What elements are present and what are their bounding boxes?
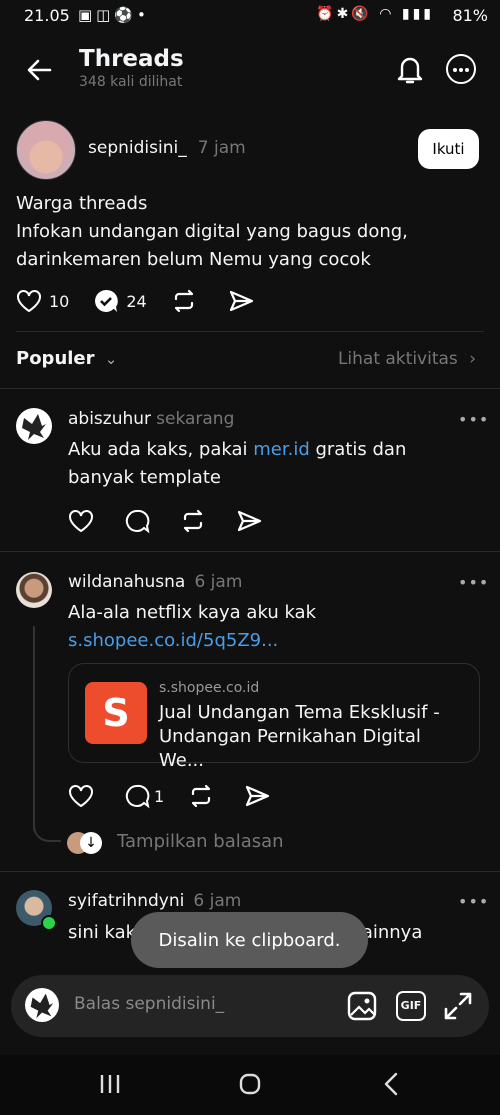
show-replies-link[interactable]: Tampilkan balasan bbox=[117, 831, 284, 852]
heart-icon bbox=[17, 290, 41, 313]
reply-more-icon[interactable]: ••• bbox=[458, 410, 489, 429]
post-time: 7 jam bbox=[197, 138, 246, 158]
recent-apps-icon[interactable] bbox=[98, 1072, 122, 1096]
reply-link[interactable]: s.shopee.co.id/5q5Z9... bbox=[68, 627, 278, 655]
author-username[interactable]: sepnidisini_ bbox=[88, 138, 187, 158]
chevron-right-icon: › bbox=[469, 349, 476, 369]
thread-line bbox=[33, 626, 35, 831]
expand-icon[interactable] bbox=[443, 991, 473, 1021]
sort-dropdown[interactable]: Populer ⌄ bbox=[16, 348, 117, 369]
reply-meta: abiszuhur sekarang bbox=[68, 409, 234, 429]
gif-icon[interactable]: GIF bbox=[396, 991, 426, 1021]
reply-input-placeholder[interactable]: Balas sepnidisini_ bbox=[74, 994, 224, 1014]
comment-icon bbox=[125, 784, 150, 809]
post-text: Warga threads Infokan undangan digital y… bbox=[16, 193, 408, 270]
repost-icon[interactable] bbox=[180, 508, 206, 534]
view-activity-link[interactable]: Lihat aktivitas › bbox=[338, 349, 476, 369]
back-arrow-icon[interactable] bbox=[22, 52, 58, 88]
chevron-down-icon: ⌄ bbox=[104, 350, 118, 368]
divider bbox=[0, 551, 500, 552]
reply-username[interactable]: abiszuhur bbox=[68, 409, 151, 429]
reply-actions: 1 bbox=[68, 781, 294, 811]
reply-username[interactable]: syifatrihndyni bbox=[68, 891, 184, 911]
reply-avatar[interactable] bbox=[16, 408, 52, 444]
my-avatar bbox=[25, 988, 59, 1022]
reply-text: Aku ada kaks, pakai mer.id gratis dan ba… bbox=[68, 436, 468, 492]
reply-text: Ala-ala netflix kaya aku kak bbox=[68, 602, 317, 623]
divider bbox=[0, 871, 500, 872]
view-count: 348 kali dilihat bbox=[79, 74, 183, 90]
like-button[interactable]: 10 bbox=[16, 289, 69, 313]
home-icon[interactable] bbox=[238, 1072, 262, 1096]
reply-time: sekarang bbox=[156, 409, 235, 429]
more-options-icon[interactable] bbox=[446, 54, 476, 84]
heart-icon[interactable] bbox=[68, 784, 94, 808]
reply-more-icon[interactable]: ••• bbox=[458, 573, 489, 592]
repost-button[interactable] bbox=[171, 288, 204, 314]
reply-link[interactable]: mer.id bbox=[253, 439, 310, 460]
heart-icon[interactable] bbox=[68, 509, 94, 533]
reply-text-part: Aku ada kaks, pakai bbox=[68, 439, 254, 460]
repost-icon bbox=[174, 289, 193, 313]
reply-more-icon[interactable]: ••• bbox=[458, 892, 489, 911]
share-button[interactable] bbox=[228, 288, 261, 314]
battery-level: 81% bbox=[452, 6, 488, 25]
send-icon bbox=[229, 290, 253, 312]
card-title: Jual Undangan Tema Eksklusif - Undangan … bbox=[159, 702, 440, 771]
reposted-check-icon bbox=[95, 289, 119, 312]
repost-icon[interactable] bbox=[188, 783, 214, 809]
reply-actions bbox=[68, 506, 286, 536]
status-time: 21.05 bbox=[24, 6, 70, 25]
repost-count-button[interactable]: 24 bbox=[93, 288, 147, 314]
reply-composer[interactable]: Balas sepnidisini_ GIF bbox=[11, 975, 489, 1037]
image-icon[interactable] bbox=[347, 991, 377, 1021]
thread-connector bbox=[33, 810, 61, 842]
reply-username[interactable]: wildanahusna bbox=[68, 572, 185, 592]
card-domain: s.shopee.co.id bbox=[159, 680, 260, 696]
toast-message: Disalin ke clipboard. bbox=[131, 912, 368, 968]
system-nav-bar bbox=[0, 1055, 500, 1115]
repost-count: 24 bbox=[126, 291, 147, 311]
status-bar: 21.05 ▣◫⚽• ⏰✱🔇 ◠ ▮▮▮ 81% bbox=[0, 0, 500, 34]
reply-meta: syifatrihndyni 6 jam bbox=[68, 891, 241, 911]
like-count: 10 bbox=[49, 291, 70, 311]
link-preview-card[interactable]: S s.shopee.co.id Jual Undangan Tema Eksk… bbox=[68, 663, 480, 771]
send-icon[interactable] bbox=[236, 508, 262, 534]
sort-label: Populer bbox=[16, 348, 95, 369]
online-status-dot bbox=[41, 915, 57, 931]
send-icon[interactable] bbox=[244, 783, 270, 809]
view-activity-label: Lihat aktivitas bbox=[337, 349, 458, 369]
post-actions: 10 24 bbox=[16, 286, 285, 316]
top-bar: Threads 348 kali dilihat bbox=[0, 38, 500, 102]
reply-time: 6 jam bbox=[193, 891, 242, 911]
page-title: Threads bbox=[79, 46, 184, 72]
comment-icon[interactable] bbox=[124, 508, 150, 534]
reply-time: 6 jam bbox=[194, 572, 243, 592]
system-icons: ⏰✱🔇 ◠ ▮▮▮ bbox=[316, 6, 434, 22]
author-avatar[interactable] bbox=[16, 120, 76, 180]
shopee-bag-icon: S bbox=[85, 682, 147, 744]
follow-button[interactable]: Ikuti bbox=[418, 129, 479, 169]
divider bbox=[0, 388, 500, 389]
back-nav-icon[interactable] bbox=[380, 1071, 404, 1097]
bell-icon[interactable] bbox=[394, 52, 426, 86]
notification-icons: ▣◫⚽• bbox=[78, 6, 150, 24]
comment-count: 1 bbox=[154, 786, 165, 806]
divider bbox=[16, 331, 484, 332]
comment-button[interactable]: 1 bbox=[124, 783, 164, 809]
sketch-avatar-icon bbox=[22, 414, 46, 440]
reply-meta: wildanahusna 6 jam bbox=[68, 572, 242, 592]
sketch-avatar-icon bbox=[30, 993, 54, 1019]
post-meta: sepnidisini_ 7 jam bbox=[88, 138, 246, 158]
reply-avatar[interactable] bbox=[16, 572, 52, 608]
arrow-down-circle-icon: ↓ bbox=[80, 832, 102, 854]
